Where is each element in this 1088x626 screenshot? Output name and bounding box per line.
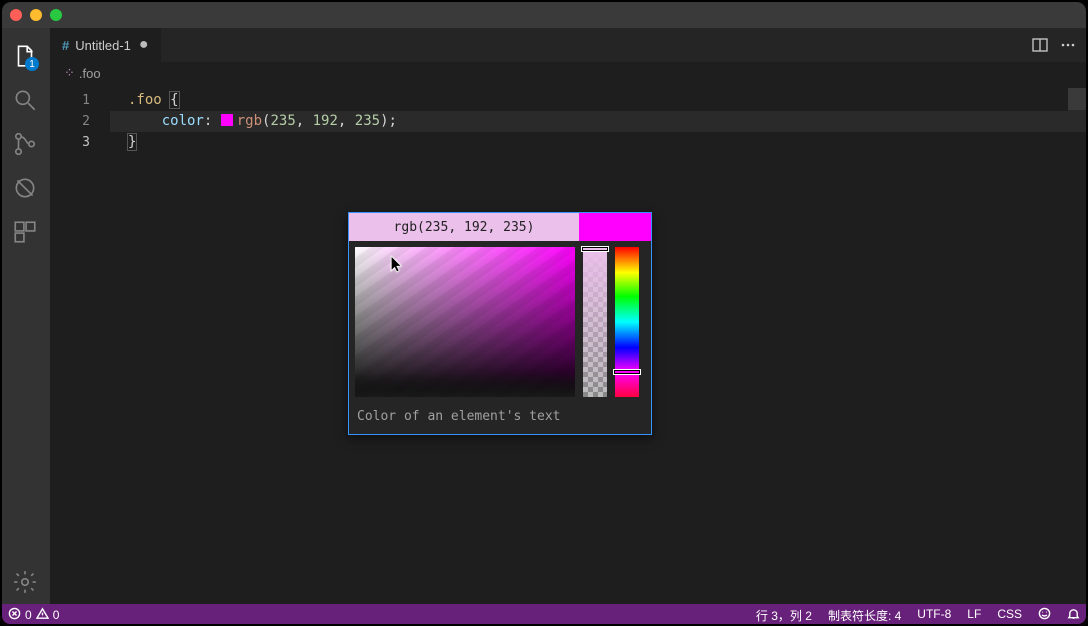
- cursor-icon: [389, 255, 407, 273]
- explorer-badge: 1: [25, 57, 39, 71]
- code-line[interactable]: }: [110, 132, 1088, 153]
- eol-status[interactable]: LF: [959, 607, 989, 621]
- titlebar[interactable]: [2, 2, 1086, 28]
- minimize-window-button[interactable]: [30, 9, 42, 21]
- error-icon: [8, 607, 21, 623]
- warning-count: 0: [53, 608, 60, 622]
- opacity-slider[interactable]: [583, 247, 607, 397]
- tab-title: Untitled-1: [75, 38, 131, 53]
- current-color-preview[interactable]: [579, 213, 651, 241]
- source-control-icon[interactable]: [0, 122, 50, 166]
- opacity-handle[interactable]: [581, 246, 609, 252]
- settings-gear-icon[interactable]: [0, 560, 50, 604]
- color-swatch-icon[interactable]: [221, 114, 233, 126]
- css-rule-icon: ⁘: [64, 65, 75, 81]
- traffic-lights: [2, 2, 82, 28]
- status-bar: 0 0 行 3，列 2 制表符长度: 4 UTF-8 LF CSS: [0, 604, 1088, 626]
- line-number: 1: [50, 90, 110, 111]
- error-count: 0: [25, 608, 32, 622]
- hue-handle[interactable]: [613, 369, 641, 375]
- editor[interactable]: 1 2 3 .foo { color: rgb(235, 192, 235); …: [50, 84, 1088, 604]
- breadcrumb[interactable]: ⁘ .foo: [50, 62, 1088, 84]
- window: 1 # Untitled-1 ●: [0, 0, 1088, 626]
- explorer-icon[interactable]: 1: [0, 34, 50, 78]
- line-number: 3: [50, 132, 110, 153]
- color-picker-body: [349, 241, 651, 403]
- split-editor-icon[interactable]: [1032, 37, 1048, 53]
- css-file-icon: #: [62, 38, 69, 53]
- problems-status[interactable]: 0 0: [0, 604, 67, 626]
- close-window-button[interactable]: [10, 9, 22, 21]
- encoding-status[interactable]: UTF-8: [909, 607, 959, 621]
- activity-bar: 1: [0, 28, 50, 604]
- hue-slider[interactable]: [615, 247, 639, 397]
- notifications-icon[interactable]: [1059, 607, 1088, 623]
- code-line[interactable]: color: rgb(235, 192, 235);: [110, 111, 1088, 132]
- color-picker-header: rgb(235, 192, 235): [349, 213, 651, 241]
- feedback-icon[interactable]: [1030, 607, 1059, 623]
- cursor-position-status[interactable]: 行 3，列 2: [748, 607, 820, 624]
- breadcrumb-item: .foo: [79, 66, 101, 81]
- tab-untitled-1[interactable]: # Untitled-1 ●: [50, 28, 161, 62]
- color-picker: rgb(235, 192, 235) Color of an element's…: [348, 212, 652, 435]
- debug-icon[interactable]: [0, 166, 50, 210]
- zoom-window-button[interactable]: [50, 9, 62, 21]
- search-icon[interactable]: [0, 78, 50, 122]
- minimap-region[interactable]: [1068, 88, 1086, 110]
- color-hint-text: Color of an element's text: [349, 403, 651, 434]
- saturation-value-box[interactable]: [355, 247, 575, 397]
- language-mode-status[interactable]: CSS: [989, 607, 1030, 621]
- code-area[interactable]: .foo { color: rgb(235, 192, 235); } rgb(…: [110, 84, 1088, 604]
- indentation-status[interactable]: 制表符长度: 4: [820, 607, 909, 624]
- extensions-icon[interactable]: [0, 210, 50, 254]
- line-number-gutter: 1 2 3: [50, 84, 110, 604]
- warning-icon: [36, 607, 49, 623]
- line-number: 2: [50, 111, 110, 132]
- more-actions-icon[interactable]: [1060, 37, 1076, 53]
- tab-bar: # Untitled-1 ●: [50, 28, 1088, 62]
- code-line[interactable]: .foo {: [110, 90, 1088, 111]
- color-value-label[interactable]: rgb(235, 192, 235): [349, 213, 579, 241]
- minimap-region[interactable]: [1068, 110, 1086, 128]
